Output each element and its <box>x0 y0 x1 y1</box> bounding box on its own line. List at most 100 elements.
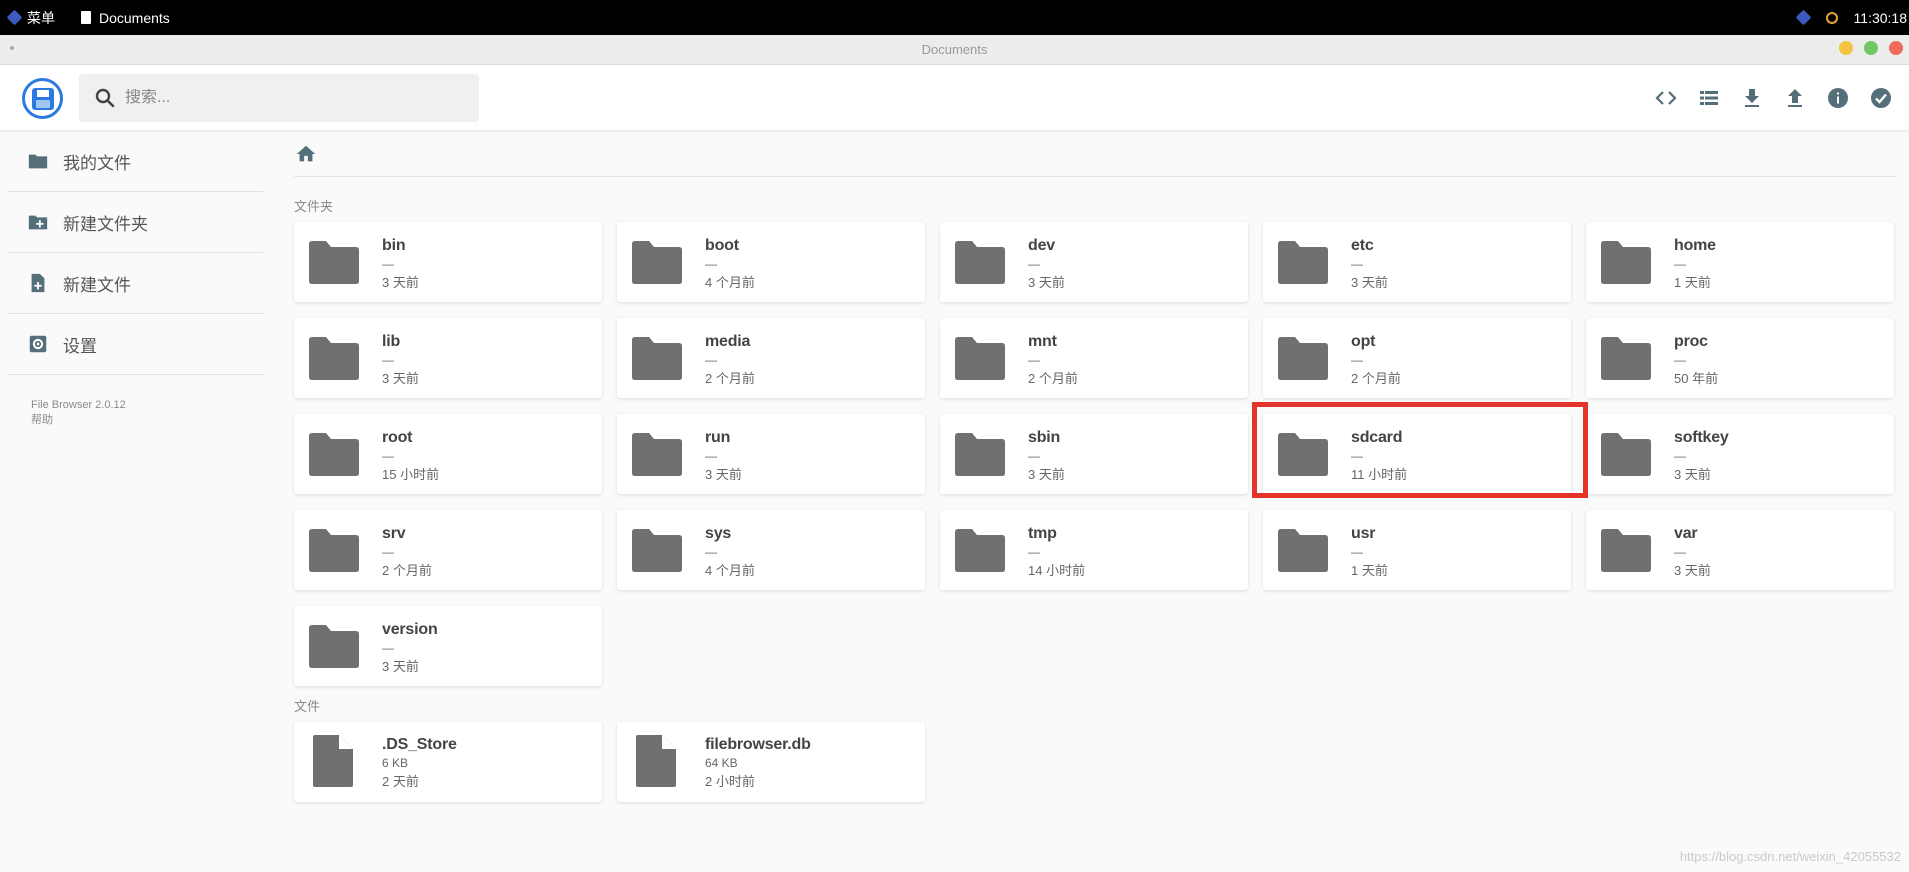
item-size: — <box>1028 353 1040 367</box>
folder-icon <box>632 241 682 284</box>
folder-icon <box>1601 529 1651 572</box>
item-size: — <box>1674 449 1686 463</box>
item-info: lib — 3 天前 <box>382 333 419 387</box>
folder-card-usr[interactable]: usr — 1 天前 <box>1263 510 1571 590</box>
sidebar-item-settings[interactable]: 设置 <box>7 314 263 375</box>
item-info: sys — 4 个月前 <box>705 525 755 579</box>
item-info: root — 15 小时前 <box>382 429 439 483</box>
code-icon[interactable] <box>1650 82 1682 114</box>
help-link[interactable]: 帮助 <box>31 413 263 428</box>
folder-grid: bin — 3 天前 boot — 4 个月前 dev — 3 天前 etc — 3 天前 home — 1… <box>294 222 1896 686</box>
item-name: opt <box>1351 333 1376 350</box>
sidebar-item-new-file[interactable]: 新建文件 <box>7 253 263 314</box>
document-icon <box>81 11 91 24</box>
folder-icon <box>1278 241 1328 284</box>
select-check-icon[interactable] <box>1865 82 1897 114</box>
item-size: — <box>382 353 394 367</box>
folder-icon <box>1601 241 1651 284</box>
item-name: srv <box>382 525 406 542</box>
folder-icon <box>1601 433 1651 476</box>
item-info: mnt — 2 个月前 <box>1028 333 1078 387</box>
minimize-button[interactable] <box>1839 41 1853 55</box>
item-info: tmp — 14 小时前 <box>1028 525 1085 579</box>
search-icon <box>95 88 115 108</box>
item-info: etc — 3 天前 <box>1351 237 1388 291</box>
item-modified: 3 天前 <box>382 275 419 290</box>
folder-card-mnt[interactable]: mnt — 2 个月前 <box>940 318 1248 398</box>
item-info: usr — 1 天前 <box>1351 525 1388 579</box>
item-info: sbin — 3 天前 <box>1028 429 1065 483</box>
sidebar-item-my-files[interactable]: 我的文件 <box>7 131 263 192</box>
upload-icon[interactable] <box>1779 82 1811 114</box>
folder-card-sys[interactable]: sys — 4 个月前 <box>617 510 925 590</box>
item-info: bin — 3 天前 <box>382 237 419 291</box>
folder-card-dev[interactable]: dev — 3 天前 <box>940 222 1248 302</box>
close-button[interactable] <box>1889 41 1903 55</box>
item-name: media <box>705 333 751 350</box>
home-icon[interactable] <box>295 143 317 165</box>
folder-card-lib[interactable]: lib — 3 天前 <box>294 318 602 398</box>
new-folder-icon <box>28 215 48 230</box>
info-icon[interactable] <box>1822 82 1854 114</box>
item-modified: 4 个月前 <box>705 563 755 578</box>
tray-cube-icon[interactable] <box>1795 9 1811 26</box>
folder-card-version[interactable]: version — 3 天前 <box>294 606 602 686</box>
item-size: — <box>382 545 394 559</box>
item-size: 64 KB <box>705 756 738 770</box>
files-section-label: 文件 <box>294 699 321 714</box>
tray-search-icon[interactable] <box>1825 11 1838 24</box>
folder-card-run[interactable]: run — 3 天前 <box>617 414 925 494</box>
folder-card-sdcard[interactable]: sdcard — 11 小时前 <box>1263 414 1571 494</box>
folder-card-tmp[interactable]: tmp — 14 小时前 <box>940 510 1248 590</box>
file-card-ds-store[interactable]: .DS_Store 6 KB 2 天前 <box>294 722 602 802</box>
item-name: boot <box>705 237 739 254</box>
folder-card-opt[interactable]: opt — 2 个月前 <box>1263 318 1571 398</box>
item-name: version <box>382 621 438 638</box>
folder-card-var[interactable]: var — 3 天前 <box>1586 510 1894 590</box>
search-input[interactable] <box>125 89 455 107</box>
folder-card-srv[interactable]: srv — 2 个月前 <box>294 510 602 590</box>
item-size: — <box>705 257 717 271</box>
item-info: media — 2 个月前 <box>705 333 755 387</box>
item-name: .DS_Store <box>382 736 457 753</box>
item-modified: 2 天前 <box>382 774 419 789</box>
item-name: etc <box>1351 237 1374 254</box>
file-card-filebrowser-db[interactable]: filebrowser.db 64 KB 2 小时前 <box>617 722 925 802</box>
item-info: var — 3 天前 <box>1674 525 1711 579</box>
app-logo[interactable] <box>22 78 63 119</box>
item-name: usr <box>1351 525 1376 542</box>
menu-button[interactable]: 菜单 <box>6 8 55 28</box>
item-size: — <box>1674 545 1686 559</box>
folder-card-softkey[interactable]: softkey — 3 天前 <box>1586 414 1894 494</box>
folder-card-proc[interactable]: proc — 50 年前 <box>1586 318 1894 398</box>
taskbar-window-documents[interactable]: Documents <box>63 10 170 26</box>
folder-icon <box>309 529 359 572</box>
maximize-button[interactable] <box>1864 41 1878 55</box>
item-name: sdcard <box>1351 429 1403 446</box>
folder-card-etc[interactable]: etc — 3 天前 <box>1263 222 1571 302</box>
item-size: — <box>705 449 717 463</box>
item-size: — <box>1028 545 1040 559</box>
item-info: sdcard — 11 小时前 <box>1351 429 1407 483</box>
item-name: filebrowser.db <box>705 736 811 753</box>
settings-icon <box>29 335 47 353</box>
item-info: home — 1 天前 <box>1674 237 1716 291</box>
search-box[interactable] <box>79 74 479 122</box>
folder-card-home[interactable]: home — 1 天前 <box>1586 222 1894 302</box>
folder-card-media[interactable]: media — 2 个月前 <box>617 318 925 398</box>
folder-card-bin[interactable]: bin — 3 天前 <box>294 222 602 302</box>
folder-card-sbin[interactable]: sbin — 3 天前 <box>940 414 1248 494</box>
folder-card-root[interactable]: root — 15 小时前 <box>294 414 602 494</box>
sidebar-item-new-folder[interactable]: 新建文件夹 <box>7 192 263 253</box>
file-icon <box>636 735 676 787</box>
taskbar-window-label: Documents <box>99 9 170 26</box>
folder-card-boot[interactable]: boot — 4 个月前 <box>617 222 925 302</box>
sidebar-meta: File Browser 2.0.12 帮助 <box>7 398 263 428</box>
item-size: — <box>1674 353 1686 367</box>
folder-icon <box>632 433 682 476</box>
item-name: sbin <box>1028 429 1061 446</box>
download-icon[interactable] <box>1736 82 1768 114</box>
folder-icon <box>1278 337 1328 380</box>
item-size: — <box>1351 353 1363 367</box>
list-view-icon[interactable] <box>1693 82 1725 114</box>
